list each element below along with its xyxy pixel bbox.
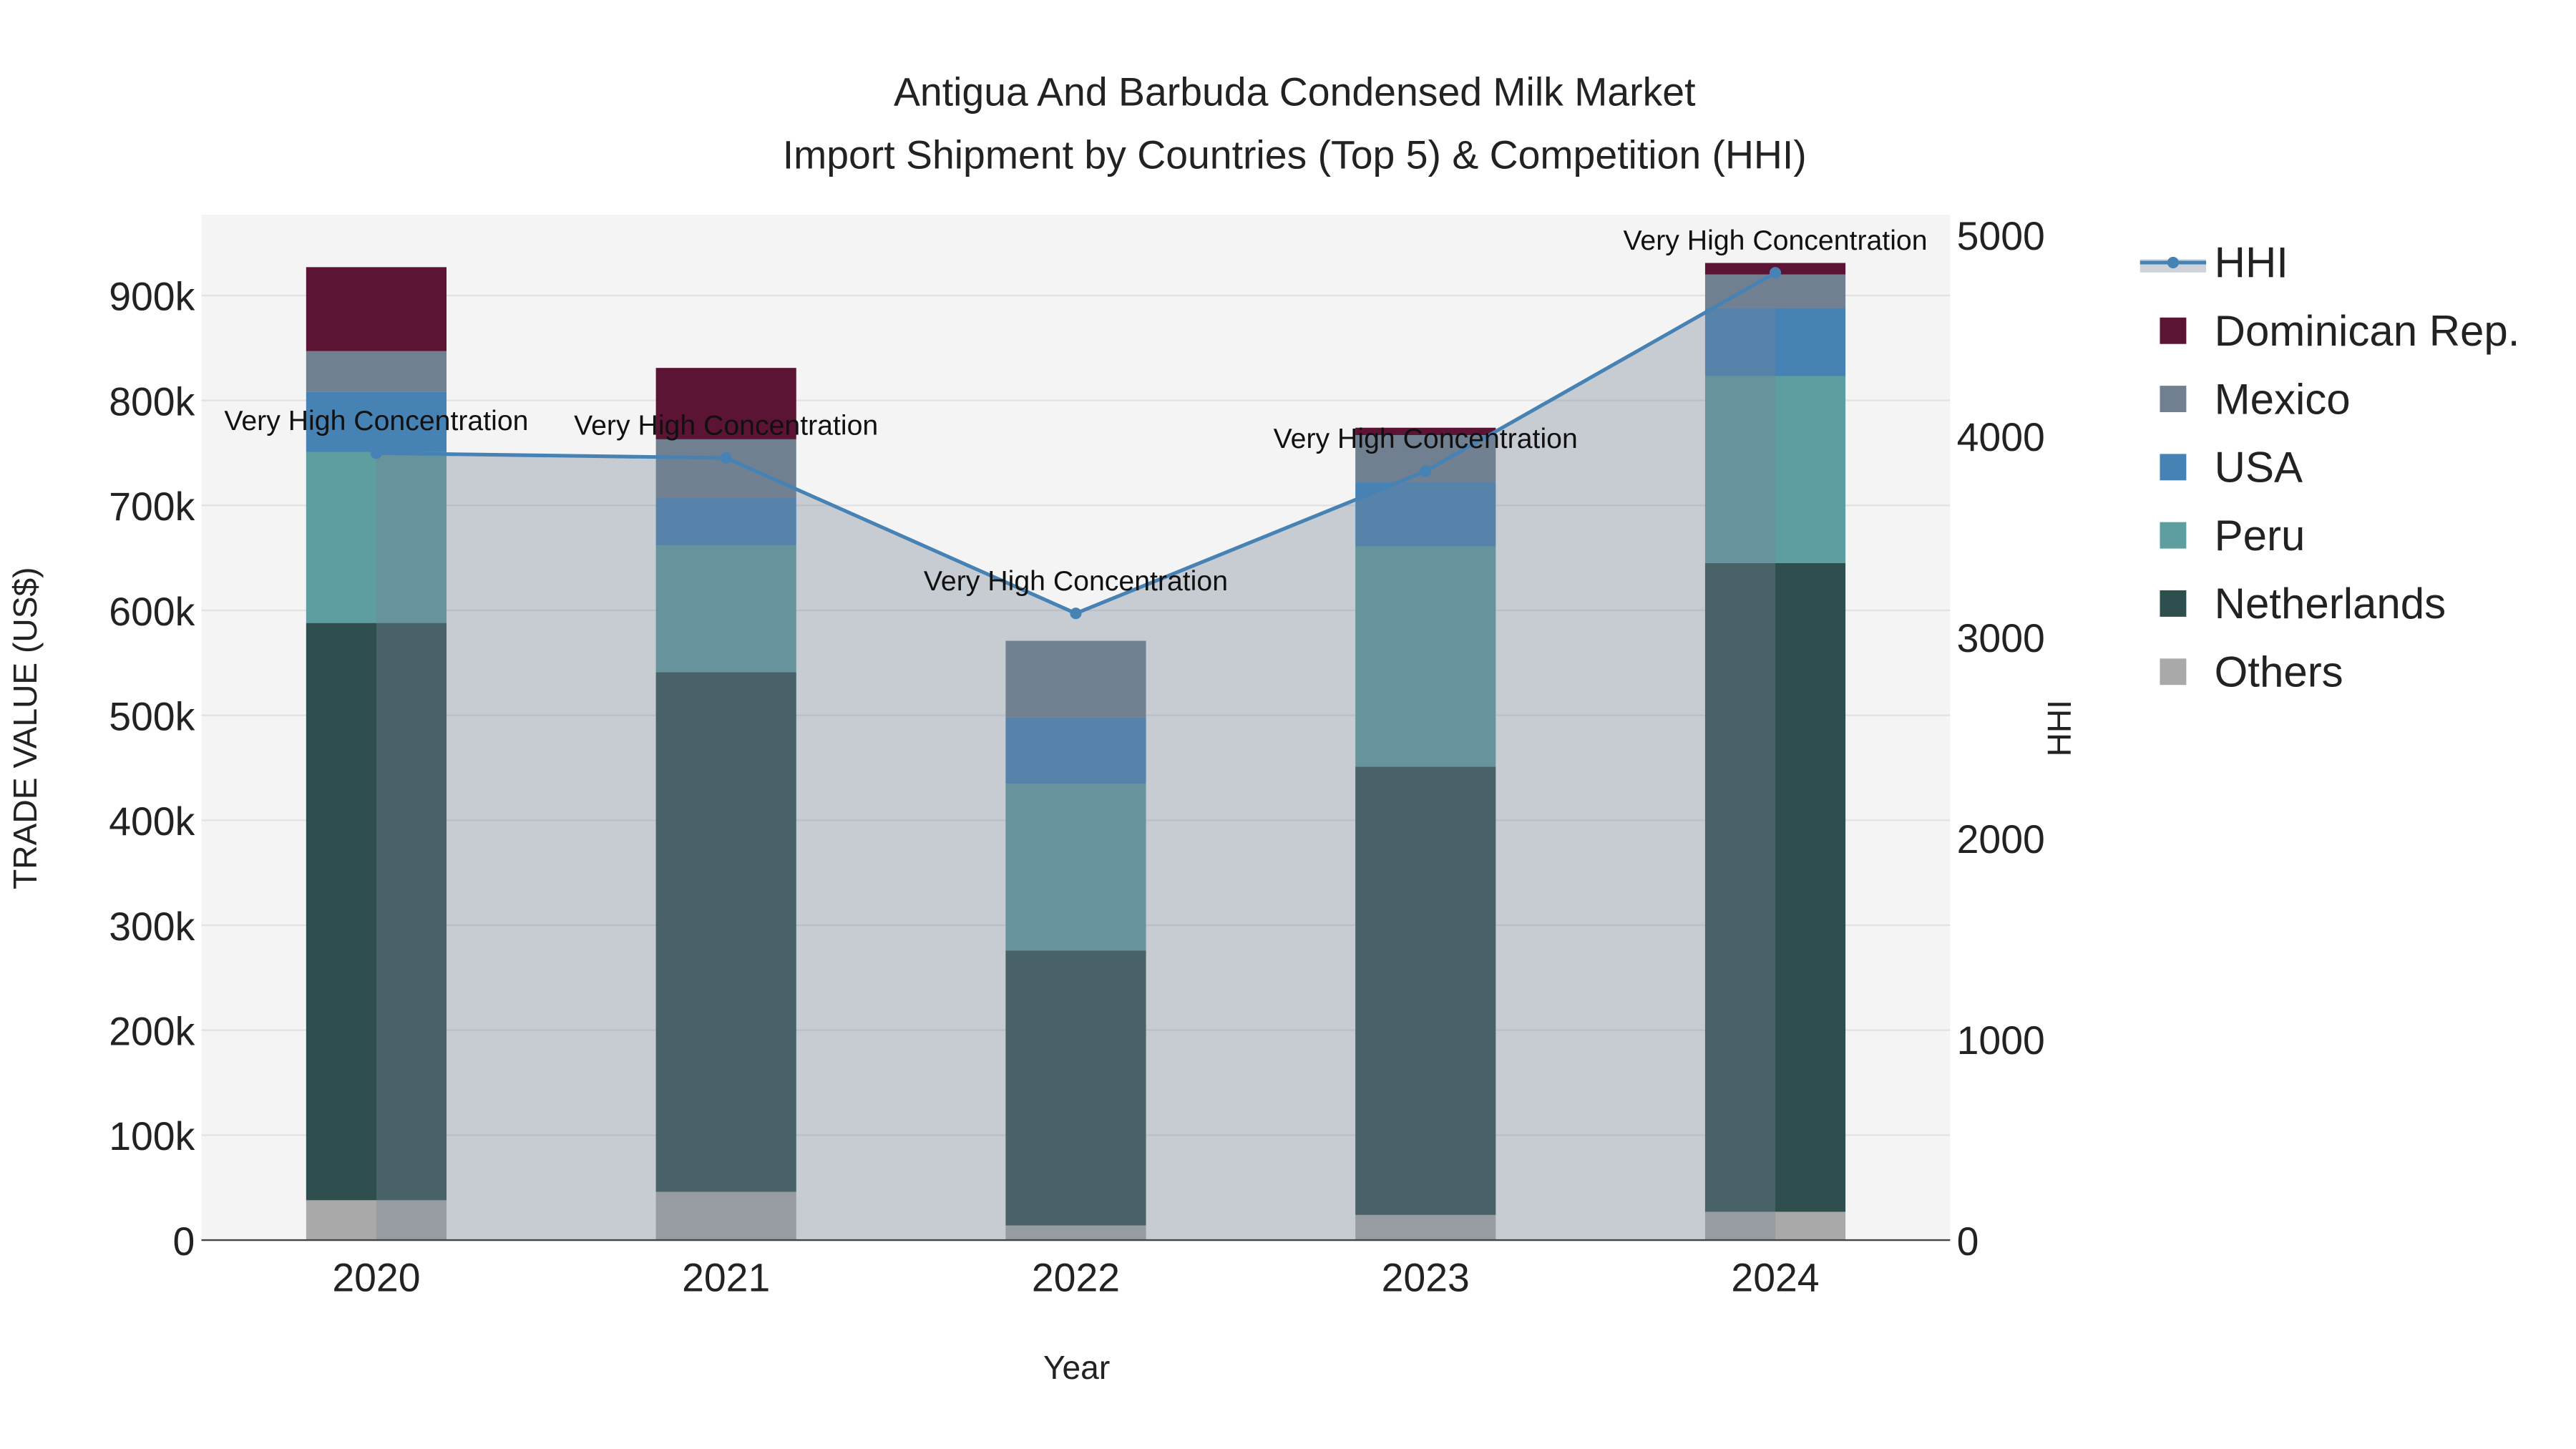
legend-item-mexico[interactable]: Mexico <box>2160 375 2351 423</box>
legend-item-usa[interactable]: USA <box>2160 444 2303 492</box>
chart-title-line1: Antigua And Barbuda Condensed Milk Marke… <box>894 70 1695 114</box>
hhi-annotation: Very High Concentration <box>224 405 528 436</box>
hhi-annotation: Very High Concentration <box>574 410 878 441</box>
y-tick-label: 0 <box>172 1219 195 1264</box>
legend-swatch <box>2160 522 2187 549</box>
y-tick-label: 300k <box>109 904 195 949</box>
bar-mexico-2020 <box>306 351 447 392</box>
legend-label: USA <box>2215 444 2303 492</box>
y-tick-label: 500k <box>109 694 195 738</box>
y2-tick-label: 0 <box>1957 1219 1979 1264</box>
bar-dominican-rep--2020 <box>306 267 447 351</box>
legend-swatch <box>2160 454 2187 481</box>
legend-label: Peru <box>2215 512 2306 560</box>
legend-swatch <box>2160 317 2187 344</box>
legend-swatch <box>2160 590 2187 617</box>
y2-tick-label: 2000 <box>1957 817 2045 862</box>
hhi-annotation: Very High Concentration <box>1274 423 1578 454</box>
legend-swatch <box>2160 658 2187 686</box>
x-tick-label: 2023 <box>1382 1256 1470 1300</box>
x-tick-label: 2021 <box>682 1256 770 1300</box>
hhi-annotation: Very High Concentration <box>1623 225 1927 256</box>
x-tick-label: 2022 <box>1032 1256 1120 1300</box>
legend: HHI Dominican Rep. Mexico USA Peru Netherland… <box>2140 239 2519 696</box>
x-tick-label: 2024 <box>1731 1256 1819 1300</box>
y-tick-label: 900k <box>109 275 195 319</box>
legend-item-peru[interactable]: Peru <box>2160 512 2305 560</box>
y2-axis-label: HHI <box>2041 700 2078 756</box>
legend-label: Dominican Rep. <box>2215 307 2520 355</box>
y-tick-label: 800k <box>109 379 195 424</box>
hhi-point <box>1420 465 1432 477</box>
y2-tick-label: 4000 <box>1957 415 2045 459</box>
hhi-point <box>1769 267 1782 279</box>
legend-label: Mexico <box>2215 375 2351 423</box>
legend-swatch-marker <box>2167 256 2179 268</box>
legend-item-others[interactable]: Others <box>2160 648 2343 696</box>
y-tick-label: 200k <box>109 1009 195 1053</box>
y2-tick-label: 3000 <box>1957 616 2045 660</box>
y-tick-label: 600k <box>109 590 195 634</box>
legend-item-dominican-rep-[interactable]: Dominican Rep. <box>2160 307 2519 355</box>
x-tick-label: 2020 <box>332 1256 420 1300</box>
x-axis-label: Year <box>1043 1349 1110 1386</box>
y2-axis-ticks: 0 1000 2000 3000 4000 5000 <box>1957 214 2045 1264</box>
legend-item-netherlands[interactable]: Netherlands <box>2160 580 2446 628</box>
hhi-point <box>1070 608 1082 620</box>
hhi-point <box>370 447 382 459</box>
chart: Very High Concentration Very High Concent… <box>6 70 2520 1386</box>
y2-tick-label: 1000 <box>1957 1018 2045 1063</box>
legend-label: Others <box>2215 648 2343 696</box>
x-axis-ticks: 2020 2021 2022 2023 2024 <box>332 1256 1819 1300</box>
legend-swatch <box>2160 386 2187 412</box>
legend-label: Netherlands <box>2215 580 2446 628</box>
y-tick-label: 700k <box>109 484 195 529</box>
y-axis-label: TRADE VALUE (US$) <box>6 567 44 889</box>
y-tick-label: 100k <box>109 1114 195 1158</box>
legend-item-hhi[interactable]: HHI <box>2140 239 2288 287</box>
hhi-point <box>720 452 732 464</box>
y2-tick-label: 5000 <box>1957 214 2045 258</box>
legend-label: HHI <box>2215 239 2288 287</box>
y-axis-ticks: 0 100k 200k 300k 400k 500k 600k 700k 800k 900k <box>109 275 195 1264</box>
y-tick-label: 400k <box>109 799 195 844</box>
chart-title-line2: Import Shipment by Countries (Top 5) & C… <box>783 132 1807 177</box>
hhi-annotation: Very High Concentration <box>924 565 1228 597</box>
